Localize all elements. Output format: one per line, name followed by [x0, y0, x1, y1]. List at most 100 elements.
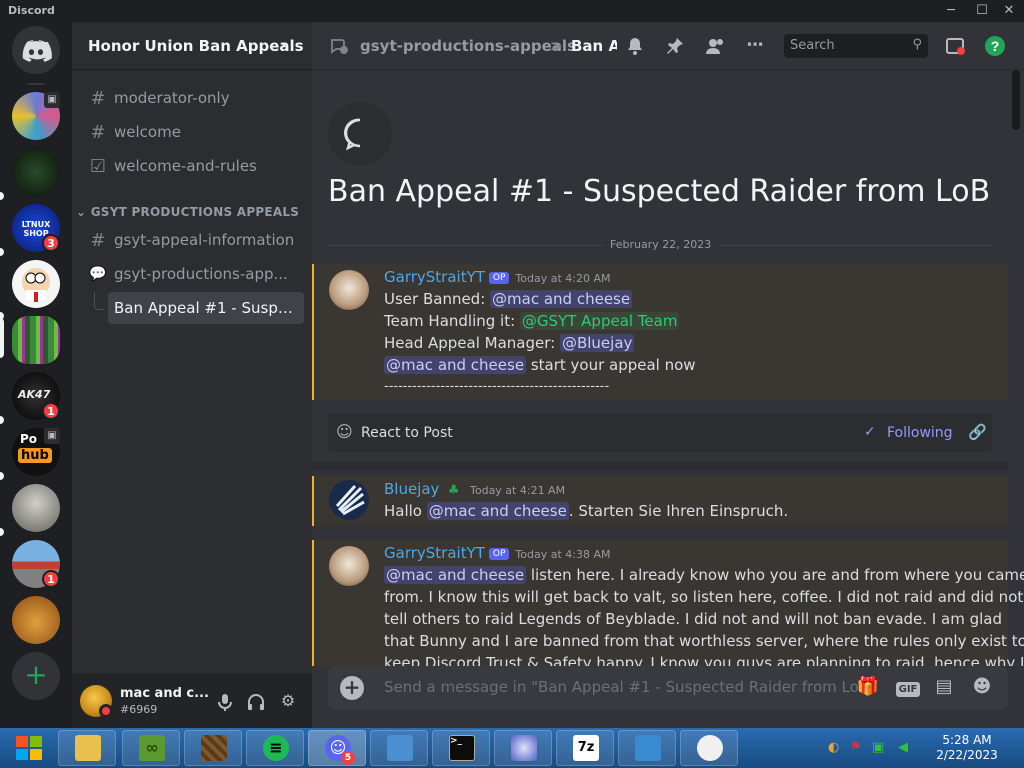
- avatar[interactable]: [329, 546, 369, 586]
- search-icon: ⚲: [912, 37, 922, 52]
- taskbar-discord[interactable]: ☺ 5: [308, 730, 366, 766]
- taskbar-minecraft[interactable]: [184, 730, 242, 766]
- taskbar-app-10[interactable]: [618, 730, 676, 766]
- add-server-button[interactable]: +: [12, 652, 60, 700]
- clock-time: 5:28 AM: [942, 733, 992, 747]
- discord-home-button[interactable]: [12, 26, 60, 74]
- react-to-post-button[interactable]: React to Post: [361, 425, 453, 441]
- user-mention[interactable]: @mac and cheese: [490, 290, 633, 308]
- role-mention[interactable]: @GSYT Appeal Team: [519, 312, 680, 330]
- message-input[interactable]: Send a message in "Ban Appeal #1 - Suspe…: [384, 678, 876, 696]
- infinity-icon: ∞: [139, 735, 165, 761]
- post-actions-bar: ☺ React to Post ✓ Following 🔗: [328, 414, 992, 452]
- search-box[interactable]: Search ⚲: [784, 34, 928, 58]
- terminal-icon: >_: [449, 735, 475, 761]
- thread-label: Ban Appeal #1 - Suspect...: [114, 299, 300, 317]
- user-mention[interactable]: @mac and cheese: [384, 566, 527, 584]
- microphone-icon[interactable]: [214, 691, 236, 713]
- minimize-icon[interactable]: ─: [942, 2, 960, 20]
- taskbar-terminal[interactable]: >_: [432, 730, 490, 766]
- channel-item[interactable]: # gsyt-appeal-information: [80, 224, 304, 256]
- emoji-icon[interactable]: ☻: [970, 676, 994, 700]
- author-name[interactable]: GarryStraitYT: [384, 268, 485, 286]
- network-icon[interactable]: ▣: [872, 740, 884, 755]
- headphones-icon[interactable]: [245, 691, 267, 713]
- link-icon[interactable]: 🔗: [968, 423, 987, 441]
- scrollbar-thumb[interactable]: [1012, 70, 1020, 130]
- user-mention[interactable]: @mac and cheese: [426, 502, 569, 520]
- message[interactable]: Bluejay ♣ Today at 4:21 AM Hallo @mac an…: [312, 476, 1008, 526]
- inbox-icon[interactable]: [944, 35, 966, 57]
- avatar[interactable]: [329, 480, 369, 520]
- system-clock[interactable]: 5:28 AM 2/22/2023: [922, 733, 1012, 763]
- chevron-down-icon: ⌄: [278, 34, 290, 50]
- author-name[interactable]: Bluejay: [384, 480, 439, 498]
- server-icon[interactable]: [12, 484, 60, 532]
- message-text: listen here. I already know who you are …: [526, 566, 1024, 584]
- author-name[interactable]: GarryStraitYT: [384, 544, 485, 562]
- server-icon[interactable]: [12, 596, 60, 644]
- message[interactable]: GarryStraitYT OP Today at 4:20 AM User Ban…: [312, 264, 1008, 400]
- cartoon-face-icon: [22, 268, 50, 302]
- start-button[interactable]: [6, 732, 52, 764]
- attach-plus-icon[interactable]: +: [340, 676, 364, 700]
- 7zip-icon: 7z: [573, 735, 599, 761]
- flag-icon[interactable]: ⚑: [850, 740, 862, 755]
- avatar[interactable]: [329, 270, 369, 310]
- taskbar-beyblade[interactable]: [494, 730, 552, 766]
- following-button[interactable]: Following: [887, 425, 953, 441]
- tray-app-icon[interactable]: ◐: [828, 740, 839, 755]
- maximize-icon[interactable]: ☐: [973, 2, 991, 20]
- taskbar-7zip[interactable]: 7z: [556, 730, 614, 766]
- channel-label: moderator-only: [114, 89, 230, 107]
- search-input[interactable]: Search: [790, 38, 835, 53]
- mention-badge: 1: [42, 570, 60, 588]
- help-icon[interactable]: ?: [984, 35, 1006, 57]
- message-text: from. I know this will get back to valt,…: [384, 588, 1024, 606]
- gif-button[interactable]: GIF: [894, 676, 922, 700]
- add-reaction-icon[interactable]: ☺: [336, 422, 353, 441]
- app-brand: Discord: [8, 4, 55, 17]
- forum-channel-item[interactable]: 💬 gsyt-productions-app...: [80, 258, 304, 290]
- category-header[interactable]: ⌄ GSYT PRODUCTIONS APPEALS: [76, 205, 299, 219]
- message-composer[interactable]: + Send a message in "Ban Appeal #1 - Sus…: [328, 666, 1008, 710]
- volume-icon[interactable]: ◀: [898, 740, 908, 755]
- gift-icon[interactable]: 🎁: [856, 676, 880, 700]
- taskbar-spotify[interactable]: ≡: [246, 730, 304, 766]
- channel-item[interactable]: # welcome: [80, 116, 304, 148]
- taskbar-file-explorer[interactable]: [58, 730, 116, 766]
- message-scroll-area[interactable]: Ban Appeal #1 - Suspected Raider from Lo…: [312, 70, 1024, 666]
- server-icon[interactable]: [12, 148, 60, 196]
- members-icon[interactable]: [704, 35, 726, 57]
- clock-date: 2/22/2023: [936, 748, 998, 762]
- sticker-icon[interactable]: ▤: [932, 676, 956, 700]
- close-icon[interactable]: ✕: [1000, 2, 1018, 20]
- server-icon[interactable]: [12, 260, 60, 308]
- event-icon: ▣: [44, 92, 60, 108]
- server-icon-selected[interactable]: [12, 316, 60, 364]
- guild-header[interactable]: Honor Union Ban Appeals ⌄: [72, 22, 312, 70]
- chevron-down-icon: ⌄: [76, 205, 87, 219]
- gear-icon[interactable]: ⚙: [277, 691, 299, 713]
- message[interactable]: GarryStraitYT OP Today at 4:38 AM @mac and…: [312, 540, 1024, 666]
- more-options-icon[interactable]: ⋯: [744, 35, 766, 57]
- svg-text:?: ?: [991, 38, 1000, 54]
- user-mention[interactable]: @Bluejay: [559, 334, 635, 352]
- thread-item-selected[interactable]: Ban Appeal #1 - Suspect...: [108, 292, 304, 324]
- taskbar-app-11[interactable]: [680, 730, 738, 766]
- channel-item[interactable]: # moderator-only: [80, 82, 304, 114]
- crafting-table-icon: [201, 735, 227, 761]
- taskbar-control-panel[interactable]: [370, 730, 428, 766]
- channel-label: welcome: [114, 123, 181, 141]
- notification-badge: 5: [341, 751, 355, 765]
- thread-spine: [94, 292, 104, 310]
- taskbar-minecraft-launcher[interactable]: ∞: [122, 730, 180, 766]
- breadcrumb-parent[interactable]: gsyt-productions-appeals: [360, 37, 576, 55]
- message-text: that Bunny and I are banned from that wo…: [384, 632, 1024, 650]
- channel-sidebar: Honor Union Ban Appeals ⌄ # moderator-onl…: [72, 22, 312, 728]
- user-mention[interactable]: @mac and cheese: [384, 356, 527, 374]
- pin-icon[interactable]: [664, 35, 686, 57]
- channel-item[interactable]: ☑ welcome-and-rules: [80, 150, 304, 182]
- bell-icon[interactable]: [624, 35, 646, 57]
- username[interactable]: mac and c...: [120, 686, 209, 701]
